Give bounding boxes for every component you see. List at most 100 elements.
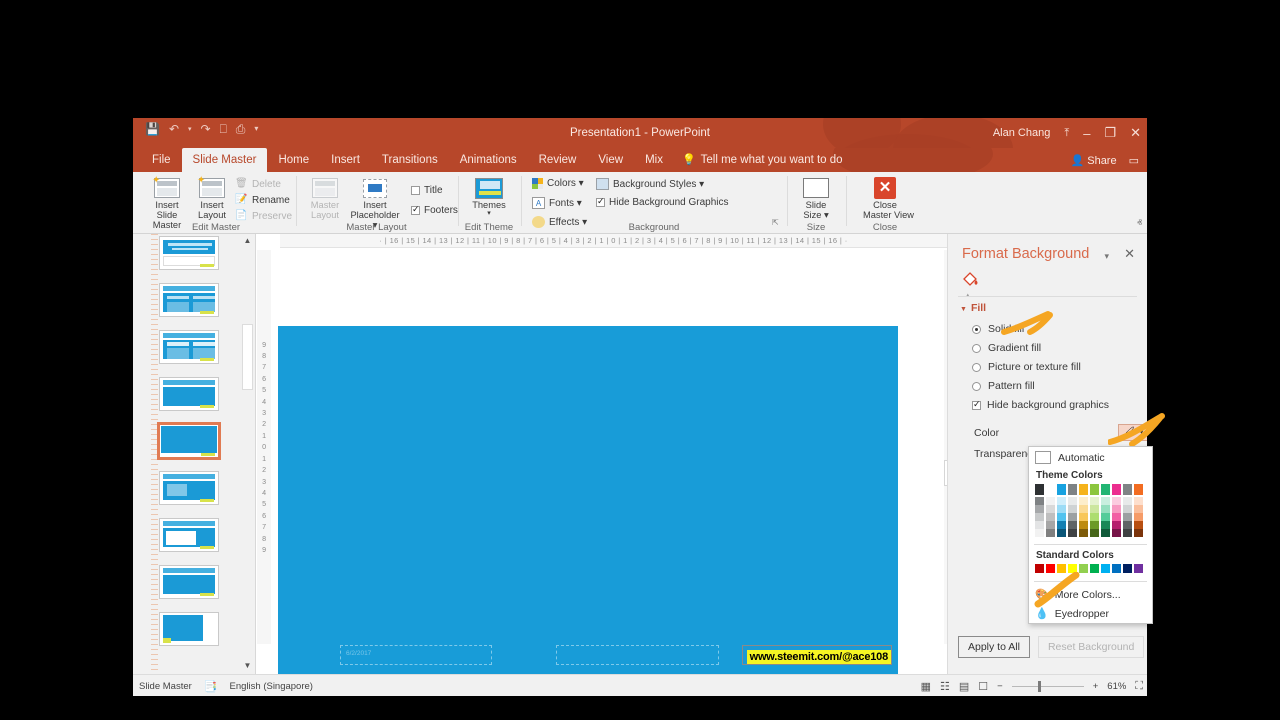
tab-insert[interactable]: Insert bbox=[320, 148, 371, 172]
theme-color-swatch[interactable] bbox=[1079, 529, 1088, 537]
minimize-button[interactable]: – bbox=[1083, 126, 1090, 141]
theme-color-swatch[interactable] bbox=[1090, 484, 1099, 495]
theme-color-swatch[interactable] bbox=[1101, 513, 1110, 521]
eyedropper-item[interactable]: 💧 Eyedropper bbox=[1029, 604, 1152, 623]
theme-color-swatch[interactable] bbox=[1079, 521, 1088, 529]
slide-sorter-icon[interactable]: ☷ bbox=[940, 680, 950, 693]
theme-color-swatch[interactable] bbox=[1112, 529, 1121, 537]
zoom-out-button[interactable]: − bbox=[997, 681, 1003, 692]
theme-color-swatch[interactable] bbox=[1068, 513, 1077, 521]
theme-color-column[interactable] bbox=[1090, 484, 1099, 537]
date-placeholder[interactable]: 6/2/2017 bbox=[340, 645, 492, 665]
standard-color-swatch[interactable] bbox=[1035, 564, 1044, 573]
theme-color-swatch[interactable] bbox=[1134, 484, 1143, 495]
pattern-fill-radio[interactable]: Pattern fill bbox=[972, 380, 1035, 392]
theme-color-swatch[interactable] bbox=[1068, 529, 1077, 537]
footer-placeholder[interactable] bbox=[556, 645, 719, 665]
restore-button[interactable]: ❐ bbox=[1104, 125, 1116, 141]
thumbnail-scroll-down-button[interactable]: ▼ bbox=[242, 661, 253, 672]
theme-color-swatch[interactable] bbox=[1046, 505, 1055, 513]
footers-checkbox[interactable]: Footers bbox=[411, 204, 458, 216]
share-button[interactable]: 👤 Share bbox=[1070, 154, 1116, 167]
reading-view-icon[interactable]: ▤ bbox=[959, 680, 969, 693]
theme-color-column[interactable] bbox=[1079, 484, 1088, 537]
theme-color-swatch[interactable] bbox=[1134, 505, 1143, 513]
theme-color-swatch[interactable] bbox=[1057, 484, 1066, 495]
upload-icon[interactable]: ⤒ bbox=[1064, 127, 1069, 140]
theme-color-swatch[interactable] bbox=[1035, 521, 1044, 529]
standard-color-swatch[interactable] bbox=[1112, 564, 1121, 573]
tab-home[interactable]: Home bbox=[267, 148, 320, 172]
theme-color-swatch[interactable] bbox=[1123, 529, 1132, 537]
hide-background-graphics-checkbox[interactable]: Hide Background Graphics bbox=[596, 196, 729, 208]
theme-color-swatch[interactable] bbox=[1112, 497, 1121, 505]
theme-color-swatch[interactable] bbox=[1057, 497, 1066, 505]
theme-color-swatch[interactable] bbox=[1101, 484, 1110, 495]
thumbnail-slide-2[interactable] bbox=[159, 283, 219, 317]
thumbnail-slide-6[interactable] bbox=[159, 471, 219, 505]
theme-color-column[interactable] bbox=[1134, 484, 1143, 537]
zoom-slider[interactable] bbox=[1011, 680, 1084, 692]
comments-icon[interactable]: ▭ bbox=[1129, 154, 1139, 167]
thumbnail-slide-5[interactable] bbox=[157, 422, 221, 460]
hide-background-graphics-pane-checkbox[interactable]: Hide background graphics bbox=[972, 399, 1109, 411]
master-layout-button[interactable]: Master Layout bbox=[303, 176, 347, 220]
zoom-slider-handle[interactable] bbox=[1037, 680, 1041, 692]
theme-color-swatch[interactable] bbox=[1112, 513, 1121, 521]
rename-master-button[interactable]: 📝 Rename bbox=[235, 194, 290, 206]
close-button[interactable]: ✕ bbox=[1130, 125, 1141, 141]
theme-color-swatch[interactable] bbox=[1112, 505, 1121, 513]
standard-color-swatch[interactable] bbox=[1068, 564, 1077, 573]
tab-slide-master[interactable]: Slide Master bbox=[181, 148, 268, 172]
theme-color-column[interactable] bbox=[1057, 484, 1066, 537]
themes-button[interactable]: Themes ▾ bbox=[467, 176, 511, 217]
theme-color-swatch[interactable] bbox=[1035, 484, 1044, 495]
theme-color-swatch[interactable] bbox=[1101, 497, 1110, 505]
automatic-color-item[interactable]: Automatic bbox=[1029, 447, 1152, 468]
theme-color-column[interactable] bbox=[1035, 484, 1044, 537]
thumbnail-slide-3[interactable] bbox=[159, 330, 219, 364]
zoom-percent-label[interactable]: 61% bbox=[1107, 681, 1126, 692]
solid-fill-radio[interactable]: Solid fill bbox=[972, 323, 1024, 335]
theme-color-column[interactable] bbox=[1123, 484, 1132, 537]
standard-color-swatch[interactable] bbox=[1046, 564, 1055, 573]
insert-layout-button[interactable]: ✦ Insert Layout bbox=[190, 175, 234, 220]
fill-section-header[interactable]: ▼ Fill bbox=[960, 302, 986, 314]
theme-color-swatch[interactable] bbox=[1112, 484, 1121, 495]
standard-color-swatch[interactable] bbox=[1134, 564, 1143, 573]
theme-color-column[interactable] bbox=[1046, 484, 1055, 537]
standard-color-swatch[interactable] bbox=[1101, 564, 1110, 573]
theme-color-swatch[interactable] bbox=[1134, 513, 1143, 521]
theme-color-swatch[interactable] bbox=[1079, 497, 1088, 505]
thumbnail-slide-7[interactable] bbox=[159, 518, 219, 552]
theme-color-swatch[interactable] bbox=[1090, 497, 1099, 505]
standard-color-swatch[interactable] bbox=[1090, 564, 1099, 573]
user-name[interactable]: Alan Chang bbox=[993, 127, 1051, 139]
language-label[interactable]: English (Singapore) bbox=[230, 681, 313, 692]
theme-color-swatch[interactable] bbox=[1046, 521, 1055, 529]
theme-color-swatch[interactable] bbox=[1134, 529, 1143, 537]
theme-color-swatch[interactable] bbox=[1134, 521, 1143, 529]
theme-color-swatch[interactable] bbox=[1123, 521, 1132, 529]
theme-color-swatch[interactable] bbox=[1035, 505, 1044, 513]
fill-tab-icon[interactable] bbox=[960, 270, 980, 295]
theme-color-swatch[interactable] bbox=[1123, 484, 1132, 495]
apply-to-all-button[interactable]: Apply to All bbox=[958, 636, 1030, 658]
thumbnail-slide-9[interactable] bbox=[159, 612, 219, 646]
theme-color-swatch[interactable] bbox=[1057, 513, 1066, 521]
theme-color-swatch[interactable] bbox=[1079, 513, 1088, 521]
theme-color-swatch[interactable] bbox=[1035, 513, 1044, 521]
thumbnail-scrollbar-track[interactable] bbox=[242, 248, 253, 660]
theme-color-swatch[interactable] bbox=[1101, 505, 1110, 513]
slide-master-editing-surface[interactable]: 6/2/2017 www.steemit.com/@ace108 bbox=[278, 326, 898, 676]
theme-color-swatch[interactable] bbox=[1068, 521, 1077, 529]
theme-color-swatch[interactable] bbox=[1079, 505, 1088, 513]
slide-size-button[interactable]: Slide Size ▾ bbox=[794, 176, 838, 220]
theme-color-column[interactable] bbox=[1068, 484, 1077, 537]
delete-master-button[interactable]: 🗑 Delete bbox=[235, 178, 281, 190]
theme-color-column[interactable] bbox=[1101, 484, 1110, 537]
thumbnail-scroll-up-button[interactable]: ▲ bbox=[242, 236, 253, 247]
fit-slide-to-window-button[interactable]: ⛶ bbox=[1135, 680, 1143, 693]
theme-color-swatch[interactable] bbox=[1101, 521, 1110, 529]
standard-colors-row[interactable] bbox=[1029, 564, 1152, 578]
